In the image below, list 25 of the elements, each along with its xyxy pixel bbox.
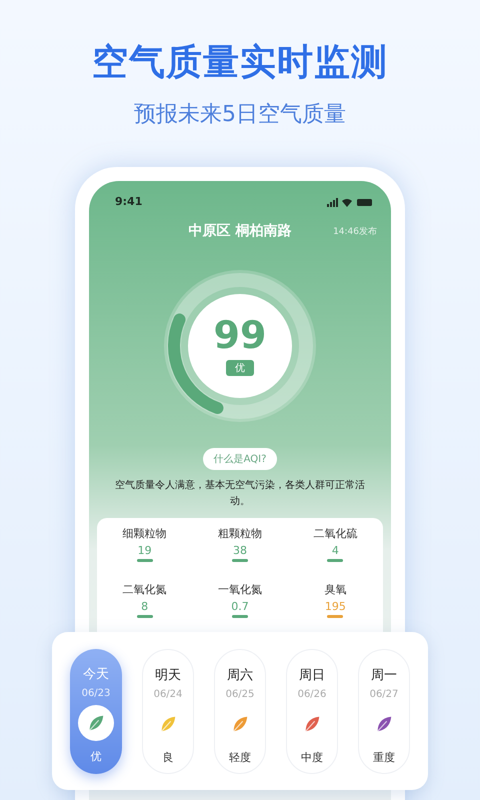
forecast-day[interactable]: 周六 06/25 轻度 xyxy=(214,648,266,774)
pollutant-name: 二氧化氮 xyxy=(122,582,167,597)
pollutant-name: 细颗粒物 xyxy=(122,526,167,541)
forecast-day[interactable]: 周一 06/27 重度 xyxy=(358,648,410,774)
status-icons xyxy=(327,196,373,206)
forecast-day[interactable]: 周日 06/26 中度 xyxy=(286,648,338,774)
air-quality-description: 空气质量令人满意，基本无空气污染，各类人群可正常活动。 xyxy=(114,478,366,509)
pollutant-value: 195 xyxy=(324,600,346,613)
pollutant-value: 8 xyxy=(141,600,148,613)
location-title: 中原区 桐柏南路 xyxy=(188,222,292,240)
pollutant-name: 二氧化硫 xyxy=(313,526,358,541)
pollutant-value: 19 xyxy=(138,544,152,557)
publish-time: 14:46发布 xyxy=(333,226,377,238)
subtitle: 预报未来5日空气质量 xyxy=(134,101,346,129)
pollutant-name: 臭氧 xyxy=(324,582,346,597)
pollutant-name: 粗颗粒物 xyxy=(218,526,262,541)
status-time: 9:41 xyxy=(115,195,142,208)
headline: 空气质量实时监测 xyxy=(92,41,388,85)
aqi-value: 99 xyxy=(214,316,266,354)
pollutant-value: 38 xyxy=(232,544,247,557)
pollutant-value: 4 xyxy=(332,544,339,557)
pollutant-value: 0.7 xyxy=(231,600,249,613)
pollutant-name: 一氧化氮 xyxy=(218,582,262,597)
aqi-grade: 优 xyxy=(226,360,254,376)
forecast-day[interactable]: 明天 06/24 良 xyxy=(142,648,194,774)
